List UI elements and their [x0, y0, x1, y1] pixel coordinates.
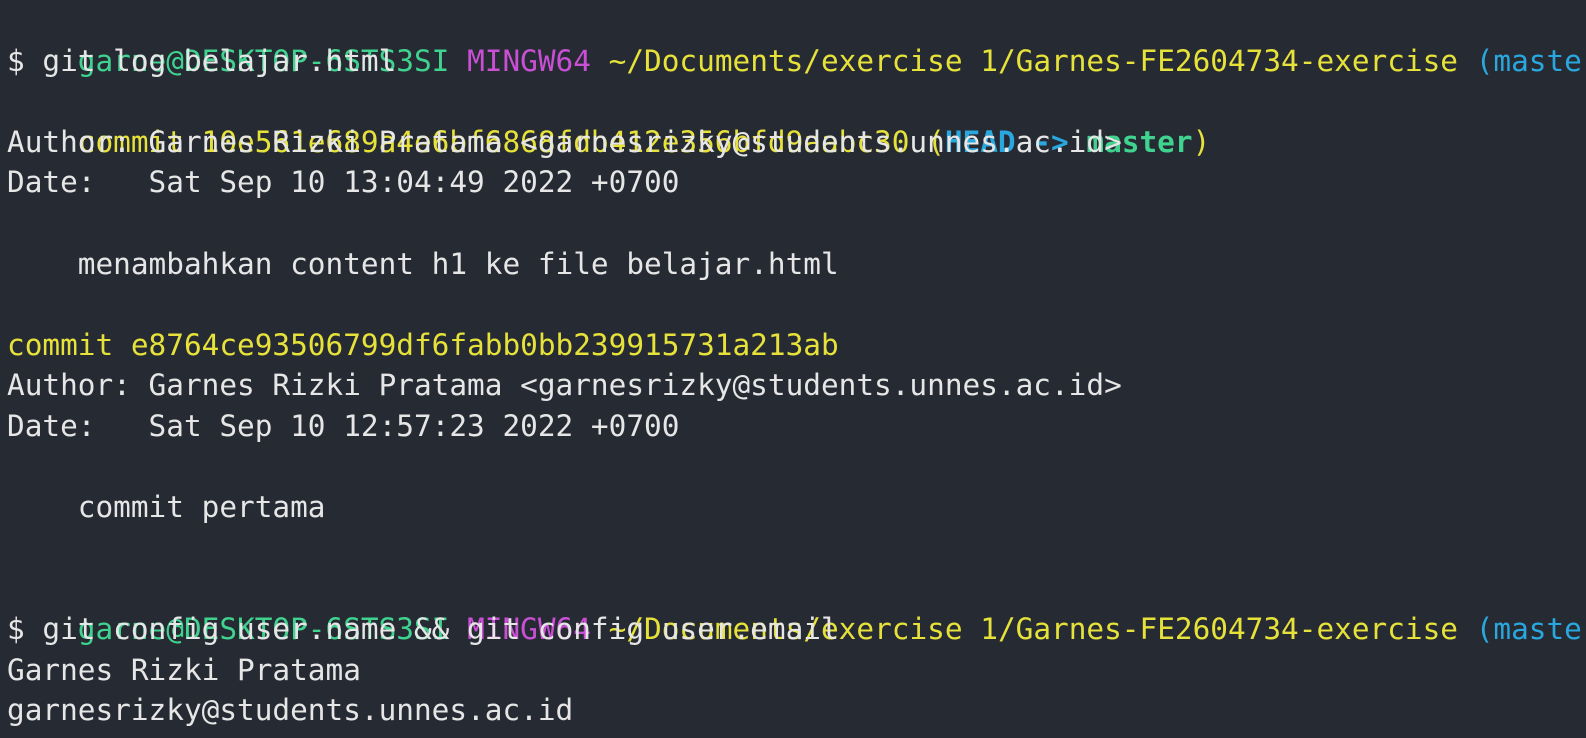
commit-hash: commit e8764ce93506799df6fabb0bb23991573…: [7, 327, 839, 362]
commit-message: commit pertama: [7, 490, 326, 525]
commit-message: menambahkan content h1 ke file belajar.h…: [7, 246, 839, 281]
prompt-line: garne@DESKTOP-6STS3SI MINGW64 ~/Document…: [7, 568, 1586, 646]
prompt-shell: MINGW64: [467, 43, 591, 78]
ref-close: ): [1192, 124, 1211, 159]
prompt-path: ~/Documents/exercise 1/Garnes-FE2604734-…: [608, 43, 1458, 78]
output-user-name: Garnes Rizki Pratama: [7, 652, 361, 687]
output-user-email: garnesrizky@students.unnes.ac.id: [7, 693, 574, 728]
prompt-line: garne@DESKTOP-6STS3SI MINGW64 ~/Document…: [7, 0, 1586, 78]
commit-date: Date: Sat Sep 10 13:04:49 2022 +0700: [7, 165, 680, 200]
prompt-branch: (master): [1475, 611, 1586, 646]
prompt-branch: (master): [1475, 43, 1586, 78]
commit-hash-line: commit 10e561e689a4e6bf6868fdb412e356bfd…: [7, 81, 1586, 159]
commit-author: Author: Garnes Rizki Pratama <garnesrizk…: [7, 368, 1122, 403]
terminal-window[interactable]: garne@DESKTOP-6STS3SI MINGW64 ~/Document…: [0, 0, 1586, 738]
commit-date: Date: Sat Sep 10 12:57:23 2022 +0700: [7, 408, 680, 443]
commit-author: Author: Garnes Rizki Pratama <garnesrizk…: [7, 124, 1122, 159]
